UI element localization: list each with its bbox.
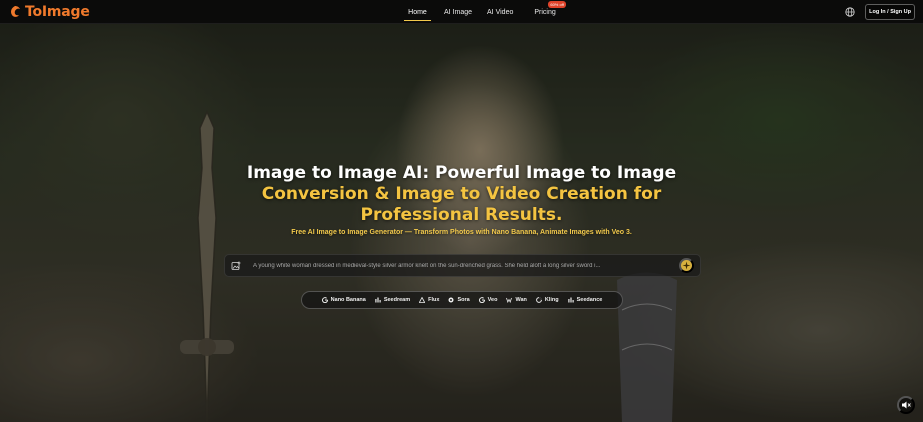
nav-ai-image[interactable]: AI Image [444, 0, 472, 24]
model-veo[interactable]: Veo [478, 297, 498, 303]
hero-title-line-2: Conversion & Image to Video Creation for [261, 184, 662, 204]
model-wan[interactable]: Wan [506, 297, 527, 303]
model-label: Sora [457, 297, 470, 303]
google-g-icon [321, 297, 328, 303]
openai-icon [448, 297, 454, 303]
image-upload-icon[interactable] [231, 261, 241, 271]
model-nano-banana[interactable]: Nano Banana [321, 297, 366, 303]
sparkle-icon [682, 261, 691, 270]
toimage-logo-icon [11, 5, 20, 17]
nav-pricing-label: Pricing [534, 8, 556, 16]
hero-title-line-1: Image to Image AI: Powerful Image to Ima… [246, 163, 677, 183]
model-label: Seedance [576, 297, 603, 303]
prompt-input[interactable]: A young white woman dressed in medieval-… [253, 263, 673, 269]
nav-actions: Log In / Sign Up [845, 3, 915, 20]
model-label: Kling [544, 297, 559, 303]
speaker-muted-icon [902, 401, 911, 409]
model-label: Seedream [383, 297, 411, 303]
model-flux[interactable]: Flux [419, 297, 439, 303]
bars-icon [567, 297, 574, 303]
wan-icon [506, 297, 513, 303]
hero-title: Image to Image AI: Powerful Image to Ima… [0, 163, 923, 226]
model-label: Wan [515, 297, 527, 303]
prompt-bar: A young white woman dressed in medieval-… [224, 254, 701, 277]
hero-title-line-3: Professional Results. [360, 205, 563, 225]
nav-home[interactable]: Home [404, 0, 431, 24]
bars-icon [375, 297, 381, 303]
pricing-discount-badge: 60% off [548, 1, 566, 8]
google-g-icon [478, 297, 485, 303]
main-nav: Home AI Image AI Video Pricing 60% off [404, 0, 566, 24]
model-kling[interactable]: Kling [535, 297, 559, 303]
nav-pricing[interactable]: Pricing 60% off [534, 0, 566, 24]
globe-icon[interactable] [845, 6, 855, 17]
model-label: Flux [428, 297, 440, 303]
mute-toggle-button[interactable] [897, 396, 915, 414]
kling-icon [535, 297, 542, 303]
model-seedance[interactable]: Seedance [567, 297, 603, 303]
hero-subtitle: Free AI Image to Image Generator — Trans… [291, 229, 632, 236]
nav-ai-video[interactable]: AI Video [487, 0, 513, 24]
brand-name: ToImage [25, 3, 90, 20]
model-label: Veo [487, 297, 498, 303]
login-signup-button[interactable]: Log In / Sign Up [865, 3, 915, 20]
top-navbar: ToImage Home AI Image AI Video Pricing 6… [0, 0, 923, 24]
brand-logo[interactable]: ToImage [8, 4, 90, 20]
armor-illustration [617, 272, 677, 422]
model-label: Nano Banana [330, 297, 366, 303]
model-seedream[interactable]: Seedream [375, 297, 410, 303]
model-selector: Nano Banana Seedream Flux Sora Veo Wan K… [301, 291, 623, 309]
model-sora[interactable]: Sora [448, 297, 470, 303]
triangle-icon [419, 297, 426, 303]
generate-button[interactable] [679, 258, 694, 273]
